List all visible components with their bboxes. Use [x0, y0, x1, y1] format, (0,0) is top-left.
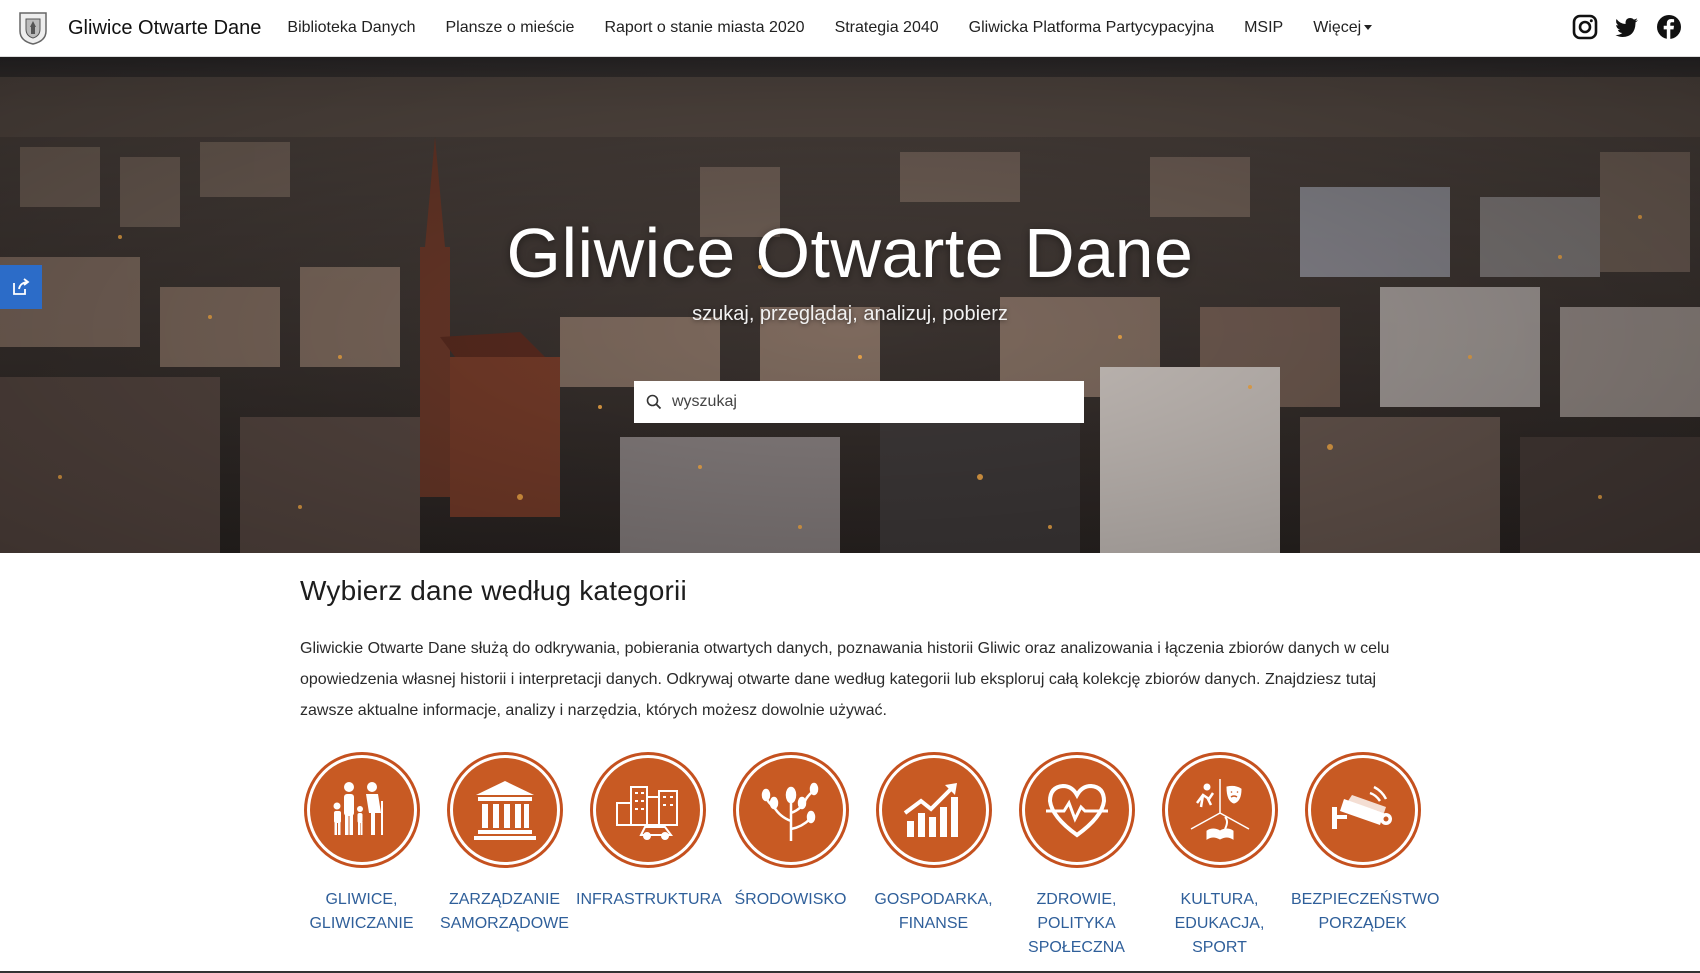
- category-circle: [1304, 752, 1421, 868]
- caret-down-icon: [1364, 25, 1373, 31]
- city-crest-logo[interactable]: [18, 11, 48, 45]
- category-circle: [1018, 752, 1135, 868]
- category-bezpieczenstwo-porzadek[interactable]: BEZPIECZEŃSTWO PORZĄDEK: [1291, 752, 1440, 936]
- category-label: ZARZĄDZANIE SAMORZĄDOWE: [440, 891, 569, 932]
- category-label: BEZPIECZEŃSTWO PORZĄDEK: [1291, 891, 1440, 932]
- nav-link-raport-2020[interactable]: Raport o stanie miasta 2020: [604, 19, 804, 37]
- twitter-icon[interactable]: [1614, 14, 1640, 40]
- category-circle: [1161, 752, 1278, 868]
- category-circle: [589, 752, 706, 868]
- category-circle: [446, 752, 563, 868]
- category-circle: [732, 752, 849, 868]
- category-zarzadzanie-samorzadowe[interactable]: ZARZĄDZANIE SAMORZĄDOWE: [433, 752, 576, 936]
- search-icon: [646, 394, 662, 410]
- category-infrastruktura[interactable]: INFRASTRUKTURA: [576, 752, 722, 912]
- nav-link-platforma-partycypacyjna[interactable]: Gliwicka Platforma Partycypacyjna: [969, 19, 1214, 37]
- nav-more-label: Więcej: [1313, 19, 1362, 36]
- category-label: KULTURA, EDUKACJA, SPORT: [1174, 891, 1265, 956]
- hero-subtitle: szukaj, przeglądaj, analizuj, pobierz: [692, 303, 1008, 325]
- government-building-icon: [473, 781, 536, 840]
- main-menu: Biblioteka Danych Plansze o mieście Rapo…: [287, 19, 1402, 37]
- category-label: INFRASTRUKTURA: [576, 891, 722, 908]
- nav-link-biblioteka-danych[interactable]: Biblioteka Danych: [287, 19, 415, 37]
- cctv-camera-icon: [1331, 785, 1392, 829]
- family-icon: [333, 782, 383, 835]
- search-box[interactable]: [634, 381, 1084, 423]
- category-circle: [875, 752, 992, 868]
- category-grid: GLIWICE, GLIWICZANIE ZARZĄDZANIE SAMORZĄ…: [290, 752, 1450, 973]
- city-car-icon: [615, 786, 678, 840]
- facebook-icon[interactable]: [1656, 14, 1682, 40]
- top-navigation: Gliwice Otwarte Dane Biblioteka Danych P…: [0, 0, 1700, 57]
- nav-link-strategia-2040[interactable]: Strategia 2040: [835, 19, 939, 37]
- category-kultura-edukacja-sport[interactable]: KULTURA, EDUKACJA, SPORT: [1148, 752, 1291, 960]
- category-section: Wybierz dane według kategorii Gliwickie …: [300, 575, 1410, 726]
- category-gospodarka-finanse[interactable]: GOSPODARKA, FINANSE: [862, 752, 1005, 936]
- culture-sport-icon: [1190, 779, 1249, 840]
- site-title[interactable]: Gliwice Otwarte Dane: [68, 17, 261, 40]
- category-srodowisko[interactable]: ŚRODOWISKO: [719, 752, 862, 912]
- growth-chart-icon: [903, 783, 958, 837]
- search-input[interactable]: [672, 393, 1062, 411]
- social-links: [1572, 14, 1682, 40]
- hero-title: Gliwice Otwarte Dane: [506, 214, 1194, 292]
- intro-text: Gliwickie Otwarte Dane służą do odkrywan…: [300, 640, 1390, 719]
- category-label: GLIWICE, GLIWICZANIE: [309, 891, 414, 932]
- category-label: ZDROWIE, POLITYKA SPOŁECZNA: [1028, 891, 1125, 956]
- nav-link-msip[interactable]: MSIP: [1244, 19, 1283, 37]
- category-label: ŚRODOWISKO: [734, 891, 847, 908]
- nav-more-dropdown[interactable]: Więcej: [1313, 19, 1373, 37]
- nav-link-plansze[interactable]: Plansze o mieście: [445, 19, 574, 37]
- instagram-icon[interactable]: [1572, 14, 1598, 40]
- category-zdrowie-polityka-spoleczna[interactable]: ZDROWIE, POLITYKA SPOŁECZNA: [1005, 752, 1148, 960]
- heart-pulse-icon: [1045, 783, 1108, 838]
- tree-icon: [761, 782, 818, 841]
- category-label: GOSPODARKA, FINANSE: [874, 891, 993, 932]
- section-title: Wybierz dane według kategorii: [300, 575, 687, 606]
- category-circle: [303, 752, 420, 868]
- hero-banner: Gliwice Otwarte Dane szukaj, przeglądaj,…: [0, 57, 1700, 553]
- category-gliwice-gliwiczanie[interactable]: GLIWICE, GLIWICZANIE: [290, 752, 433, 936]
